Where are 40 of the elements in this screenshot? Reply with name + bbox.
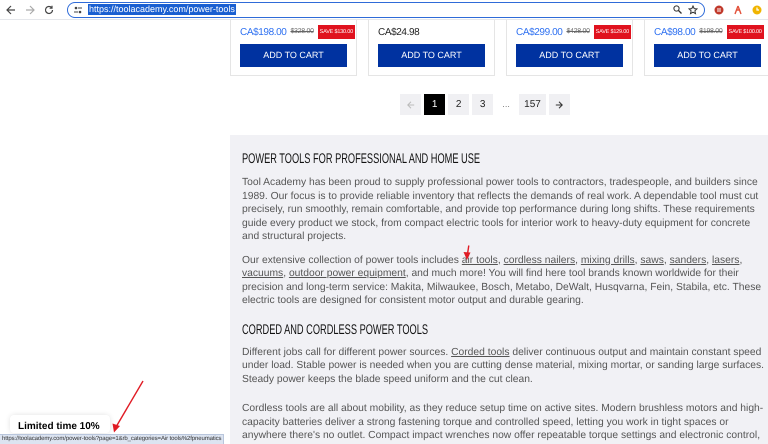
price: CA$98.00 — [654, 26, 696, 40]
promo-text: Limited time 10% — [18, 421, 100, 432]
paragraph: Our extensive collection of power tools includes air tools, cordless nailers, mixing drills, saws, sanders, lasers, vacuums, outdoor power equipment, and much more! You will find here tool brands known worldwide for their precision and long-term service: Makita, Milwaukee, Bosch, Metabo, DeWalt, Husqvarna, Fein, Stabila, etc. These electric tools are designed for consistent motor output and durable gearing. — [242, 254, 762, 308]
pagination-ellipsis: … — [501, 98, 512, 110]
address-bar[interactable]: https://toolacademy.com/power-tools — [67, 2, 705, 18]
text-link[interactable]: saws — [640, 254, 664, 266]
text-link[interactable]: vacuums — [242, 268, 284, 279]
add-to-cart-button[interactable]: ADD TO CART — [654, 44, 761, 67]
add-to-cart-button[interactable]: ADD TO CART — [378, 44, 485, 67]
paragraph: Different jobs call for different power sources. Corded tools deliver continuous output and maintain constant speed under load. Stable power is needed when you are cutting dense material, mixing mortar, or sanding large surfaces. Steady power keeps the blade speed uniform and the cut clean. — [242, 346, 766, 386]
section-heading: POWER TOOLS FOR PROFESSIONAL AND HOME USE — [242, 149, 480, 167]
text-link[interactable]: outdoor power equipment — [288, 268, 406, 279]
page-button[interactable]: 157 — [519, 94, 546, 115]
page-button[interactable]: 3 — [472, 94, 494, 115]
text-link[interactable]: lasers — [712, 254, 740, 266]
reload-icon[interactable] — [44, 4, 54, 14]
extension-icon[interactable] — [714, 4, 724, 14]
promo-popup[interactable]: Limited time 10% — [10, 415, 110, 433]
add-to-cart-button[interactable]: ADD TO CART — [516, 44, 623, 67]
add-to-cart-button[interactable]: ADD TO CART — [240, 44, 347, 67]
url-text: https://toolacademy.com/power-tools — [88, 4, 236, 15]
paragraph: Cordless tools are all about mobility, as they reduce setup time on active sites. Modern brushless motors and high-capacity batteries deliver a strong fastening torque and controlled speed, letting you work in tight spaces or anywhere there's no outlet. Compact impact wrenches now offer repeatable torque settings and electronic control, — [242, 402, 764, 442]
back-icon[interactable] — [6, 4, 16, 14]
star-icon[interactable] — [688, 4, 698, 14]
zoom-icon[interactable] — [673, 5, 682, 14]
text-link[interactable]: Corded tools — [451, 346, 510, 358]
annotation-arrow — [111, 380, 145, 434]
page-button[interactable]: 2 — [448, 94, 470, 115]
price: CA$299.00 — [516, 26, 562, 40]
site-settings-icon[interactable] — [74, 6, 82, 14]
text-link[interactable]: sanders — [670, 254, 706, 266]
text-link[interactable]: mixing drills — [580, 254, 635, 266]
paragraph: Tool Academy has been proud to supply professional power tools to contractors, tradespeople, and builders since 1989. Our focus is to provide reliable inventory that reflects the demands of real work. A dependable tool must cut precisely, run smoothly, remain comfortable, and provide top performance during long shifts. These requirements guide every product we stock, from compact electric tools for interior work to heavy-duty equipment for concrete and structural projects. — [242, 176, 760, 244]
page-button[interactable]: 1 — [424, 94, 446, 115]
price: CA$198.00 — [240, 26, 286, 40]
price: CA$24.98 — [378, 26, 420, 40]
next-page-button[interactable] — [548, 94, 570, 115]
text-link[interactable]: air tools — [462, 254, 498, 266]
section-heading: CORDED AND CORDLESS POWER TOOLS — [242, 320, 428, 338]
text-link[interactable]: cordless nailers — [504, 254, 576, 266]
